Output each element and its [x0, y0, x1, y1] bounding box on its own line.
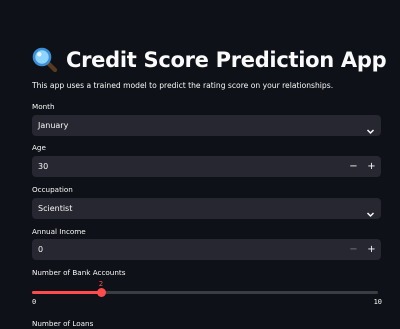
annual-income-increment-button[interactable]: + [364, 239, 379, 260]
annual-income-value[interactable]: 0 [38, 239, 43, 260]
magnifying-glass-icon [32, 47, 58, 73]
loans-label: Number of Loans [32, 319, 94, 328]
occupation-label: Occupation [32, 185, 73, 194]
age-decrement-button[interactable]: − [346, 156, 361, 177]
age-number-input[interactable]: 30 − + [32, 156, 381, 177]
chevron-down-icon [366, 204, 375, 218]
slider-thumb[interactable] [96, 288, 106, 297]
app-description: This app uses a trained model to predict… [32, 81, 334, 90]
age-label: Age [32, 143, 46, 152]
annual-income-number-input[interactable]: 0 − + [32, 239, 381, 260]
slider-max-label: 10 [373, 298, 382, 306]
age-value[interactable]: 30 [38, 156, 48, 177]
page-title: Credit Score Prediction App [66, 48, 387, 72]
annual-income-decrement-button[interactable]: − [346, 239, 361, 260]
slider-fill [32, 291, 101, 294]
bank-accounts-slider[interactable] [32, 288, 378, 297]
bank-accounts-label: Number of Bank Accounts [32, 268, 126, 277]
month-selected-value: January [38, 121, 69, 130]
chevron-down-icon [366, 121, 375, 135]
occupation-selected-value: Scientist [38, 204, 73, 213]
bank-accounts-slider-value: 2 [98, 280, 104, 288]
age-increment-button[interactable]: + [364, 156, 379, 177]
annual-income-label: Annual Income [32, 227, 86, 236]
page-title-row: Credit Score Prediction App [32, 44, 387, 76]
occupation-select[interactable]: Scientist [32, 198, 381, 219]
month-select[interactable]: January [32, 115, 381, 136]
slider-min-label: 0 [32, 298, 37, 306]
month-label: Month [32, 102, 55, 111]
